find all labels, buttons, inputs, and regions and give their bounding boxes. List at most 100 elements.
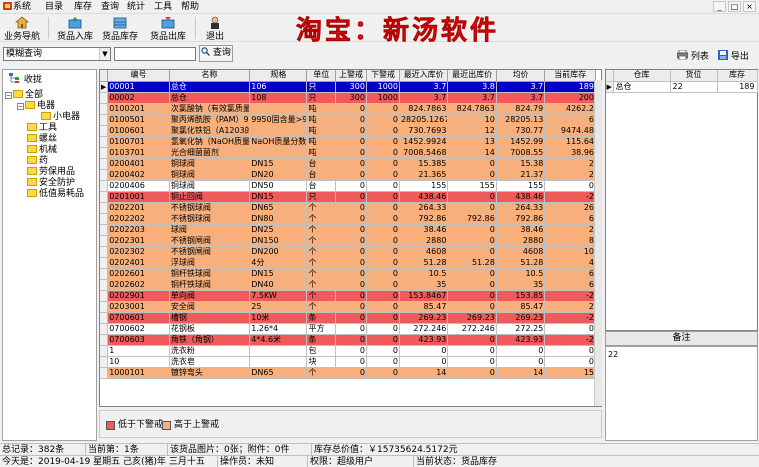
- tree-node-medicine[interactable]: 药: [27, 156, 48, 167]
- col-upper-alert-header[interactable]: 上警戒: [335, 70, 367, 82]
- row-indicator[interactable]: [100, 180, 109, 192]
- row-indicator[interactable]: [100, 169, 109, 181]
- col-warehouse-header[interactable]: 仓库: [613, 70, 671, 82]
- row-indicator[interactable]: [100, 312, 109, 324]
- row-indicator[interactable]: [100, 213, 109, 225]
- row-indicator[interactable]: [100, 191, 109, 203]
- expand-toggle-icon[interactable]: −: [17, 103, 24, 110]
- table-row[interactable]: 0200401 铜球阀 DN15 台 0 0 15.385 0 15.38 2: [100, 158, 596, 170]
- row-indicator[interactable]: [100, 301, 109, 313]
- tree-node-small-appliance[interactable]: 小电器: [41, 112, 80, 123]
- table-row[interactable]: 0202301 不锈钢闸阀 DN150 个 0 0 2880 0 2880 8: [100, 235, 596, 247]
- tree-node-safety[interactable]: 安全防护: [27, 178, 75, 189]
- query-button[interactable]: 查询: [199, 45, 233, 62]
- tree-node-tools[interactable]: 工具: [27, 123, 57, 134]
- maximize-button[interactable]: □: [728, 1, 741, 12]
- table-row[interactable]: 0700601 槽钢 10米条 0 0 269.23 269.23 269.23 -2: [100, 312, 596, 324]
- row-indicator[interactable]: [100, 103, 109, 115]
- tree-node-machinery[interactable]: 机械: [27, 145, 57, 156]
- table-row[interactable]: 0200402 铜球阀 DN20 台 0 0 21.365 0 21.37 2: [100, 169, 596, 181]
- col-lower-alert-header[interactable]: 下警戒: [366, 70, 400, 82]
- row-indicator[interactable]: [100, 246, 109, 258]
- menu-tools[interactable]: 工具: [152, 1, 174, 13]
- table-row[interactable]: 1000101 镀锌弯头 DN65 个 0 0 14 0 14 15: [100, 367, 596, 379]
- col-code-header[interactable]: 编号: [107, 70, 170, 82]
- tree-collapse-button[interactable]: 收拢: [9, 73, 42, 86]
- table-row[interactable]: 0200406 铜球阀 DN50 台 0 0 155 155 155 0: [100, 180, 596, 192]
- col-last-in-price-header[interactable]: 最近入库价: [399, 70, 449, 82]
- table-row[interactable]: 0100701氢氧化钠（NaOH质量分数NaOH质量分数吨001452.9924…: [100, 136, 596, 148]
- col-avg-price-header[interactable]: 均价: [496, 70, 546, 82]
- menu-statistics[interactable]: 统计: [125, 1, 147, 13]
- table-row[interactable]: 0700602 花钢板 1.26*4 平方 0 0 272.246 272.246 272.25…: [100, 323, 596, 335]
- table-row[interactable]: 0100501聚丙烯酰胺（PAM）9950固9950固含量>90吨0028205…: [100, 114, 596, 126]
- table-row[interactable]: 0202901 单向阀 7.5KW 个 0 0 153.8467 0 153.85 -2: [100, 290, 596, 302]
- menu-system[interactable]: 系统: [11, 1, 33, 13]
- chevron-down-icon[interactable]: ▼: [99, 48, 110, 60]
- menu-help[interactable]: 帮助: [179, 1, 201, 13]
- row-indicator[interactable]: [100, 114, 109, 126]
- current-row-pointer-icon[interactable]: ▶: [100, 81, 109, 93]
- row-indicator[interactable]: [100, 92, 109, 104]
- table-row[interactable]: 00002 总仓 108 只 300 1000 3.7 3.7 3.7 200: [100, 92, 596, 104]
- note-textarea[interactable]: 22: [605, 346, 758, 441]
- table-row[interactable]: 0201001 铜止回阀 DN15 只 0 0 438.46 0 438.46 -2: [100, 191, 596, 203]
- tree-node-screws[interactable]: 螺丝: [27, 134, 57, 145]
- export-button[interactable]: 导出: [718, 49, 749, 62]
- nav-button[interactable]: 业务导航: [2, 16, 42, 42]
- row-indicator[interactable]: [100, 268, 109, 280]
- tree-node-consumables[interactable]: 低值易耗品: [27, 189, 84, 200]
- row-indicator[interactable]: [100, 125, 109, 137]
- query-input[interactable]: [114, 47, 196, 61]
- list-button[interactable]: 列表: [676, 49, 709, 62]
- vertical-scrollbar[interactable]: [594, 80, 602, 406]
- row-indicator[interactable]: [100, 356, 109, 368]
- table-row[interactable]: 0202201 不锈钢球阀 DN65 个 0 0 264.33 0 264.33 26: [100, 202, 596, 214]
- table-row[interactable]: 0202602 铜杆铁球阀 DN40 个 0 0 35 0 35 6: [100, 279, 596, 291]
- row-indicator[interactable]: [100, 290, 109, 302]
- row-indicator[interactable]: [100, 257, 109, 269]
- menu-catalog[interactable]: 目录: [43, 1, 65, 13]
- table-row[interactable]: 0202601 铜杆铁球阀 DN15 个 0 0 10.5 0 10.5 6: [100, 268, 596, 280]
- minimize-button[interactable]: _: [713, 1, 726, 12]
- col-location-header[interactable]: 货位: [670, 70, 718, 82]
- row-indicator[interactable]: [100, 235, 109, 247]
- table-row[interactable]: 0202401 浮球阀 4分个 0 0 51.28 51.28 51.28 4: [100, 257, 596, 269]
- warehouse-grid[interactable]: 仓库 货位 库存 ▶ 总仓 22 189: [605, 69, 758, 331]
- current-row-pointer-icon[interactable]: ▶: [606, 81, 614, 93]
- row-indicator[interactable]: [100, 136, 109, 148]
- col-name-header[interactable]: 名称: [169, 70, 251, 82]
- table-row[interactable]: 0202203 球阀 DN25 个 0 0 38.46 0 38.46 2: [100, 224, 596, 236]
- tree-node-all[interactable]: − 全部: [5, 90, 43, 101]
- inventory-grid[interactable]: 编号 名称 规格 单位 上警戒 下警戒 最近入库价 最近出库价 均价 当前库存 ▶ 00001 总仓 1…: [99, 69, 602, 407]
- row-indicator[interactable]: [100, 323, 109, 335]
- row-indicator[interactable]: [100, 367, 109, 379]
- stock-in-button[interactable]: 货品入库: [55, 16, 95, 42]
- tree-node-labor-protection[interactable]: 劳保用品: [27, 167, 75, 178]
- close-button[interactable]: ×: [743, 1, 756, 12]
- stock-button[interactable]: 货品库存: [100, 16, 140, 42]
- col-current-stock-header[interactable]: 当前库存: [544, 70, 596, 82]
- row-indicator[interactable]: [100, 345, 109, 357]
- menu-inventory[interactable]: 库存: [72, 1, 94, 13]
- exit-button[interactable]: 退出: [203, 16, 227, 42]
- table-row[interactable]: 0100201次氯酸钠（有效氯质量分数吨00824.7863824.786382…: [100, 103, 596, 115]
- stock-out-button[interactable]: 货品出库: [148, 16, 188, 42]
- row-indicator[interactable]: [100, 158, 109, 170]
- table-row[interactable]: 0103701 光合细菌菌剂吨 0 0 7008.5468 14 7008.55 38.96: [100, 147, 596, 159]
- row-indicator[interactable]: [100, 279, 109, 291]
- expand-toggle-icon[interactable]: −: [5, 92, 12, 99]
- row-indicator[interactable]: [100, 147, 109, 159]
- col-stock-header[interactable]: 库存: [717, 70, 758, 82]
- row-indicator[interactable]: [100, 334, 109, 346]
- col-spec-header[interactable]: 规格: [249, 70, 308, 82]
- table-row[interactable]: ▶ 00001 总仓 106 只 300 1000 3.7 3.8 3.7 189: [100, 81, 596, 93]
- table-row[interactable]: 1 洗衣粉包 0 0 0 0 0 0: [100, 345, 596, 357]
- table-row[interactable]: 0202302 不锈钢闸阀 DN200 个 0 0 4608 0 4608 10: [100, 246, 596, 258]
- row-indicator[interactable]: [100, 202, 109, 214]
- table-row[interactable]: 0203001 安全阀 25 个 0 0 85.47 0 85.47 2: [100, 301, 596, 313]
- col-last-out-price-header[interactable]: 最近出库价: [447, 70, 497, 82]
- table-row[interactable]: ▶ 总仓 22 189: [606, 81, 758, 93]
- menu-query[interactable]: 查询: [99, 1, 121, 13]
- table-row[interactable]: 0100601聚氯化铁铝（A1203的质量吨00730.769312730.77…: [100, 125, 596, 137]
